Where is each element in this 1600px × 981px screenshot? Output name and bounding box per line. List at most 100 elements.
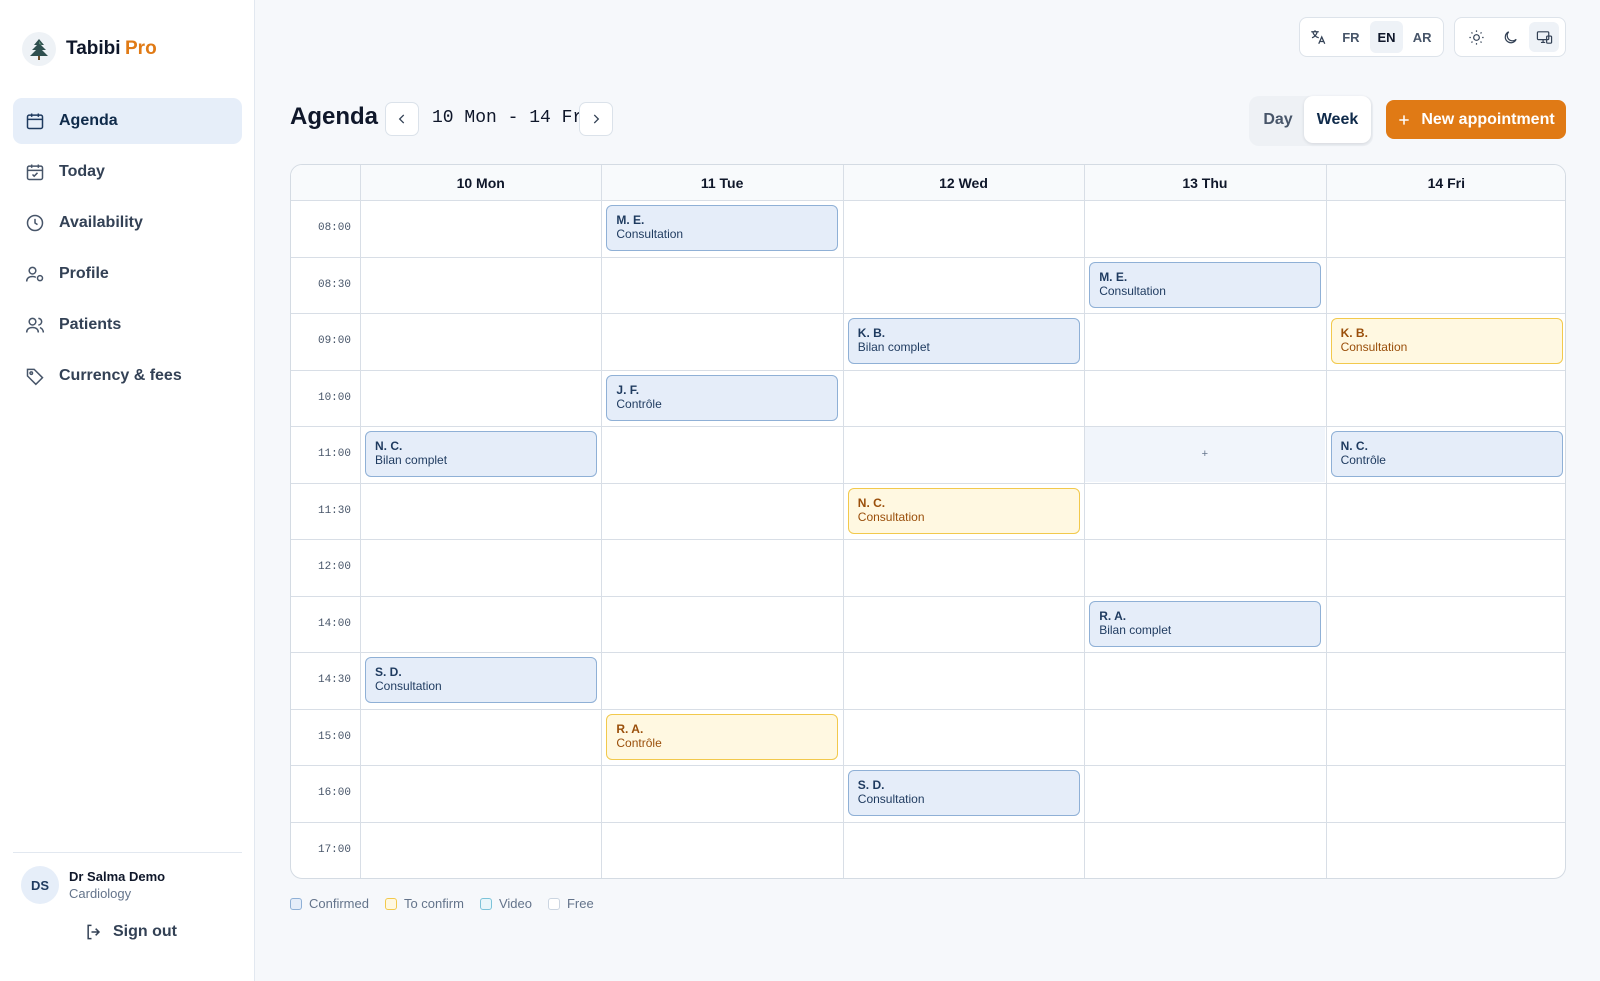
day-view-button[interactable]: Day (1252, 96, 1304, 143)
legend-item: Confirmed (290, 896, 369, 911)
legend: Confirmed To confirm Video Free (290, 896, 594, 911)
appointment-type: Consultation (857, 509, 925, 524)
next-week-button[interactable] (579, 102, 613, 136)
sidebar: Tabibi Pro Agenda Today Availability Pro… (0, 0, 255, 981)
appointment-card[interactable]: N. C. Contrôle (1330, 431, 1563, 477)
user-name: Dr Salma Demo (69, 869, 166, 884)
appointment-card[interactable]: N. C. Bilan complet (365, 431, 597, 477)
tag-icon (26, 368, 44, 386)
grid-divider (1325, 165, 1327, 878)
grid-divider (291, 200, 1565, 201)
brand-accent: Pro (125, 38, 157, 59)
legend-swatch (384, 897, 397, 910)
sidebar-item-patients[interactable]: Patients (13, 302, 242, 348)
appointment-type: Consultation (857, 792, 925, 806)
cedar-logo-icon (22, 32, 56, 66)
theme-switcher (1454, 17, 1566, 57)
previous-week-button[interactable] (385, 102, 419, 136)
calendar-icon (26, 113, 44, 130)
brand[interactable]: Tabibi Pro (22, 30, 157, 68)
grid-divider (291, 708, 1565, 710)
free-slot[interactable]: + (1085, 427, 1325, 482)
grid-divider (360, 165, 361, 878)
lang-ar-button[interactable]: AR (1405, 21, 1439, 53)
day-header: 11 Tue (700, 174, 744, 191)
time-label: 12:00 (317, 561, 351, 574)
appointment-type: Contrôle (1340, 453, 1386, 467)
sign-out-button[interactable]: Sign out (84, 922, 177, 942)
sidebar-divider (13, 852, 242, 853)
appointment-type: Consultation (1099, 283, 1166, 298)
sun-icon (1468, 29, 1484, 45)
light-theme-button[interactable] (1461, 22, 1491, 52)
appointment-type: Contrôle (616, 735, 662, 750)
user-gear-icon (25, 266, 44, 282)
time-label: 17:00 (317, 843, 351, 856)
sidebar-item-label: Agenda (59, 112, 118, 129)
appointment-card[interactable]: R. A. Bilan complet (1089, 600, 1322, 647)
appointment-card[interactable]: S. D. Consultation (365, 657, 597, 703)
sidebar-item-availability[interactable]: Availability (13, 200, 242, 246)
sidebar-item-today[interactable]: Today (13, 149, 242, 195)
lang-fr-button[interactable]: FR (1334, 21, 1368, 53)
page-title: Agenda (290, 103, 379, 130)
day-header: 14 Fri (1427, 174, 1465, 191)
dark-theme-button[interactable] (1495, 22, 1525, 52)
user-specialty: Cardiology (69, 886, 132, 901)
day-header: 13 Thu (1182, 174, 1228, 191)
sidebar-nav: Agenda Today Availability Profile Patien… (13, 98, 242, 404)
plus-icon (1399, 114, 1409, 125)
legend-label: To confirm (403, 896, 464, 911)
time-label: 14:00 (317, 617, 351, 630)
day-header: 10 Mon (456, 174, 505, 191)
legend-label: Video (498, 896, 532, 911)
appointment-card[interactable]: K. B. Bilan complet (847, 318, 1080, 364)
grid-divider (291, 595, 1565, 597)
grid-divider (291, 765, 1565, 766)
appointment-patient: M. E. (1099, 269, 1128, 284)
lang-en-button[interactable]: EN (1369, 21, 1404, 53)
sign-out-icon (87, 924, 101, 940)
appointment-card[interactable]: M. E. Consultation (1089, 261, 1322, 308)
legend-label: Free (566, 896, 594, 911)
new-appointment-button[interactable]: New appointment (1386, 100, 1566, 139)
appointment-card[interactable]: J. F. Contrôle (606, 374, 839, 421)
appointment-patient: S. D. (375, 665, 402, 679)
date-range: 10 Mon - 14 Fri (432, 108, 595, 128)
grid-divider (291, 821, 1565, 823)
sidebar-item-label: Profile (59, 265, 109, 282)
appointment-card[interactable]: R. A. Contrôle (606, 713, 839, 760)
sign-out-label: Sign out (113, 923, 177, 940)
sidebar-item-label: Patients (59, 316, 122, 333)
appointment-patient: R. A. (616, 721, 644, 736)
appointment-patient: N. C. (375, 439, 403, 453)
new-appointment-label: New appointment (1421, 110, 1555, 128)
legend-swatch (290, 897, 302, 910)
grid-divider (291, 313, 1565, 314)
appointment-card[interactable]: N. C. Consultation (847, 487, 1080, 534)
week-view-button[interactable]: Week (1304, 96, 1371, 143)
appointment-card[interactable]: S. D. Consultation (847, 770, 1080, 816)
appointment-card[interactable]: M. E. Consultation (606, 205, 839, 251)
time-label: 15:00 (317, 730, 351, 743)
grid-divider (842, 165, 844, 878)
legend-item: Video (479, 896, 532, 911)
time-label: 11:30 (317, 504, 351, 517)
grid-divider (291, 652, 1565, 653)
appointment-card[interactable]: K. B. Consultation (1330, 318, 1563, 364)
chevron-right-icon (593, 114, 600, 124)
sidebar-item-profile[interactable]: Profile (13, 251, 242, 297)
chevron-left-icon (398, 114, 405, 124)
time-label: 16:00 (317, 787, 351, 800)
grid-divider (291, 482, 1565, 484)
grid-divider (291, 369, 1565, 371)
sidebar-item-agenda[interactable]: Agenda (13, 98, 242, 144)
time-label: 09:00 (317, 335, 351, 348)
sidebar-item-currency-fees[interactable]: Currency & fees (13, 353, 242, 399)
time-label: 14:30 (317, 674, 351, 687)
time-label: 10:00 (317, 391, 351, 404)
system-theme-button[interactable] (1529, 22, 1559, 52)
appointment-type: Bilan complet (857, 340, 930, 354)
appointment-type: Consultation (616, 227, 684, 241)
time-label: 11:00 (317, 448, 351, 461)
